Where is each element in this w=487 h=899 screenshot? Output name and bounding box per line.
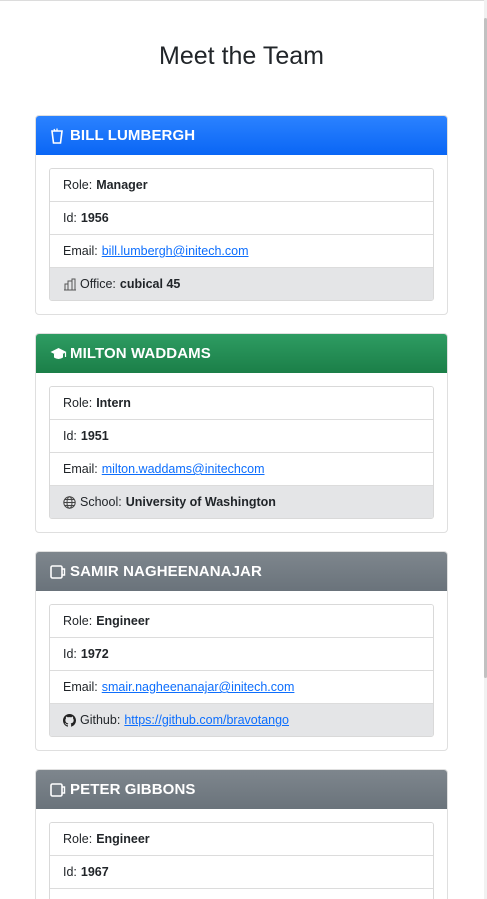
id-label: Id: xyxy=(63,647,77,661)
list-item-role: Role: Intern xyxy=(50,387,433,420)
employee-name: SAMIR NAGHEENANAJAR xyxy=(70,563,262,580)
id-value: 1967 xyxy=(80,865,109,879)
list-item-id: Id: 1951 xyxy=(50,420,433,453)
role-value: Engineer xyxy=(96,832,150,846)
graduation-cap-icon xyxy=(50,345,68,363)
school-label: School: xyxy=(80,495,122,509)
team-card-intern: MILTON WADDAMS Role: Intern Id: 1951 Email… xyxy=(35,333,448,533)
github-link[interactable]: https://github.com/bravotango xyxy=(124,713,289,727)
window-top-border xyxy=(0,0,487,1)
office-value: cubical 45 xyxy=(119,277,181,291)
info-list: Role: Engineer Id: 1972 Email: smair.naghee… xyxy=(49,604,434,737)
list-item-id: Id: 1956 xyxy=(50,202,433,235)
list-item-email: Email: bill.lumbergh@initech.com xyxy=(50,235,433,268)
list-item-email: Email: milton.waddams@initechcom xyxy=(50,453,433,486)
list-item-email xyxy=(50,889,433,899)
email-link[interactable]: milton.waddams@initechcom xyxy=(102,462,265,476)
role-label: Role: xyxy=(63,832,93,846)
id-value: 1951 xyxy=(80,429,109,443)
team-card-manager: BILL LUMBERGH Role: Manager Id: 1956 Email… xyxy=(35,115,448,315)
list-item-github: Github: https://github.com/bravotango xyxy=(50,704,433,736)
list-item-role: Role: Engineer xyxy=(50,823,433,856)
building-icon xyxy=(63,277,78,292)
page-title: Meet the Team xyxy=(159,42,324,70)
id-label: Id: xyxy=(63,429,77,443)
card-header: MILTON WADDAMS xyxy=(36,334,447,373)
list-item-school: School: University of Washington xyxy=(50,486,433,518)
list-item-email: Email: smair.nagheenanajar@initech.com xyxy=(50,671,433,704)
github-icon xyxy=(63,713,78,728)
employee-name: PETER GIBBONS xyxy=(70,781,196,798)
info-list: Role: Intern Id: 1951 Email: milton.waddams… xyxy=(49,386,434,519)
role-value: Manager xyxy=(96,178,148,192)
github-label: Github: xyxy=(80,713,121,727)
email-label: Email: xyxy=(63,462,98,476)
employee-name: BILL LUMBERGH xyxy=(70,127,196,144)
mug-icon xyxy=(50,563,68,581)
card-header: SAMIR NAGHEENANAJAR xyxy=(36,552,447,591)
card-header: PETER GIBBONS xyxy=(36,770,447,809)
coffee-cup-icon xyxy=(50,127,68,145)
email-link[interactable]: smair.nagheenanajar@initech.com xyxy=(102,680,295,694)
id-label: Id: xyxy=(63,865,77,879)
email-label: Email: xyxy=(63,244,98,258)
list-item-id: Id: 1967 xyxy=(50,856,433,889)
globe-icon xyxy=(63,495,78,510)
list-item-id: Id: 1972 xyxy=(50,638,433,671)
employee-name: MILTON WADDAMS xyxy=(70,345,211,362)
id-value: 1956 xyxy=(80,211,109,225)
info-list: Role: Engineer Id: 1967 xyxy=(49,822,434,899)
office-label: Office: xyxy=(80,277,116,291)
list-item-role: Role: Manager xyxy=(50,169,433,202)
role-value: Intern xyxy=(96,396,131,410)
list-item-role: Role: Engineer xyxy=(50,605,433,638)
role-label: Role: xyxy=(63,178,93,192)
card-header: BILL LUMBERGH xyxy=(36,116,447,155)
school-value: University of Washington xyxy=(125,495,276,509)
info-list: Role: Manager Id: 1956 Email: bill.lumbergh… xyxy=(49,168,434,301)
team-card-engineer: SAMIR NAGHEENANAJAR Role: Engineer Id: 197… xyxy=(35,551,448,751)
role-label: Role: xyxy=(63,614,93,628)
id-value: 1972 xyxy=(80,647,109,661)
id-label: Id: xyxy=(63,211,77,225)
team-card-engineer-2: PETER GIBBONS Role: Engineer Id: 1967 xyxy=(35,769,448,899)
mug-icon xyxy=(50,781,68,799)
list-item-office: Office: cubical 45 xyxy=(50,268,433,300)
email-label: Email: xyxy=(63,680,98,694)
role-value: Engineer xyxy=(96,614,150,628)
role-label: Role: xyxy=(63,396,93,410)
email-link[interactable]: bill.lumbergh@initech.com xyxy=(102,244,249,258)
